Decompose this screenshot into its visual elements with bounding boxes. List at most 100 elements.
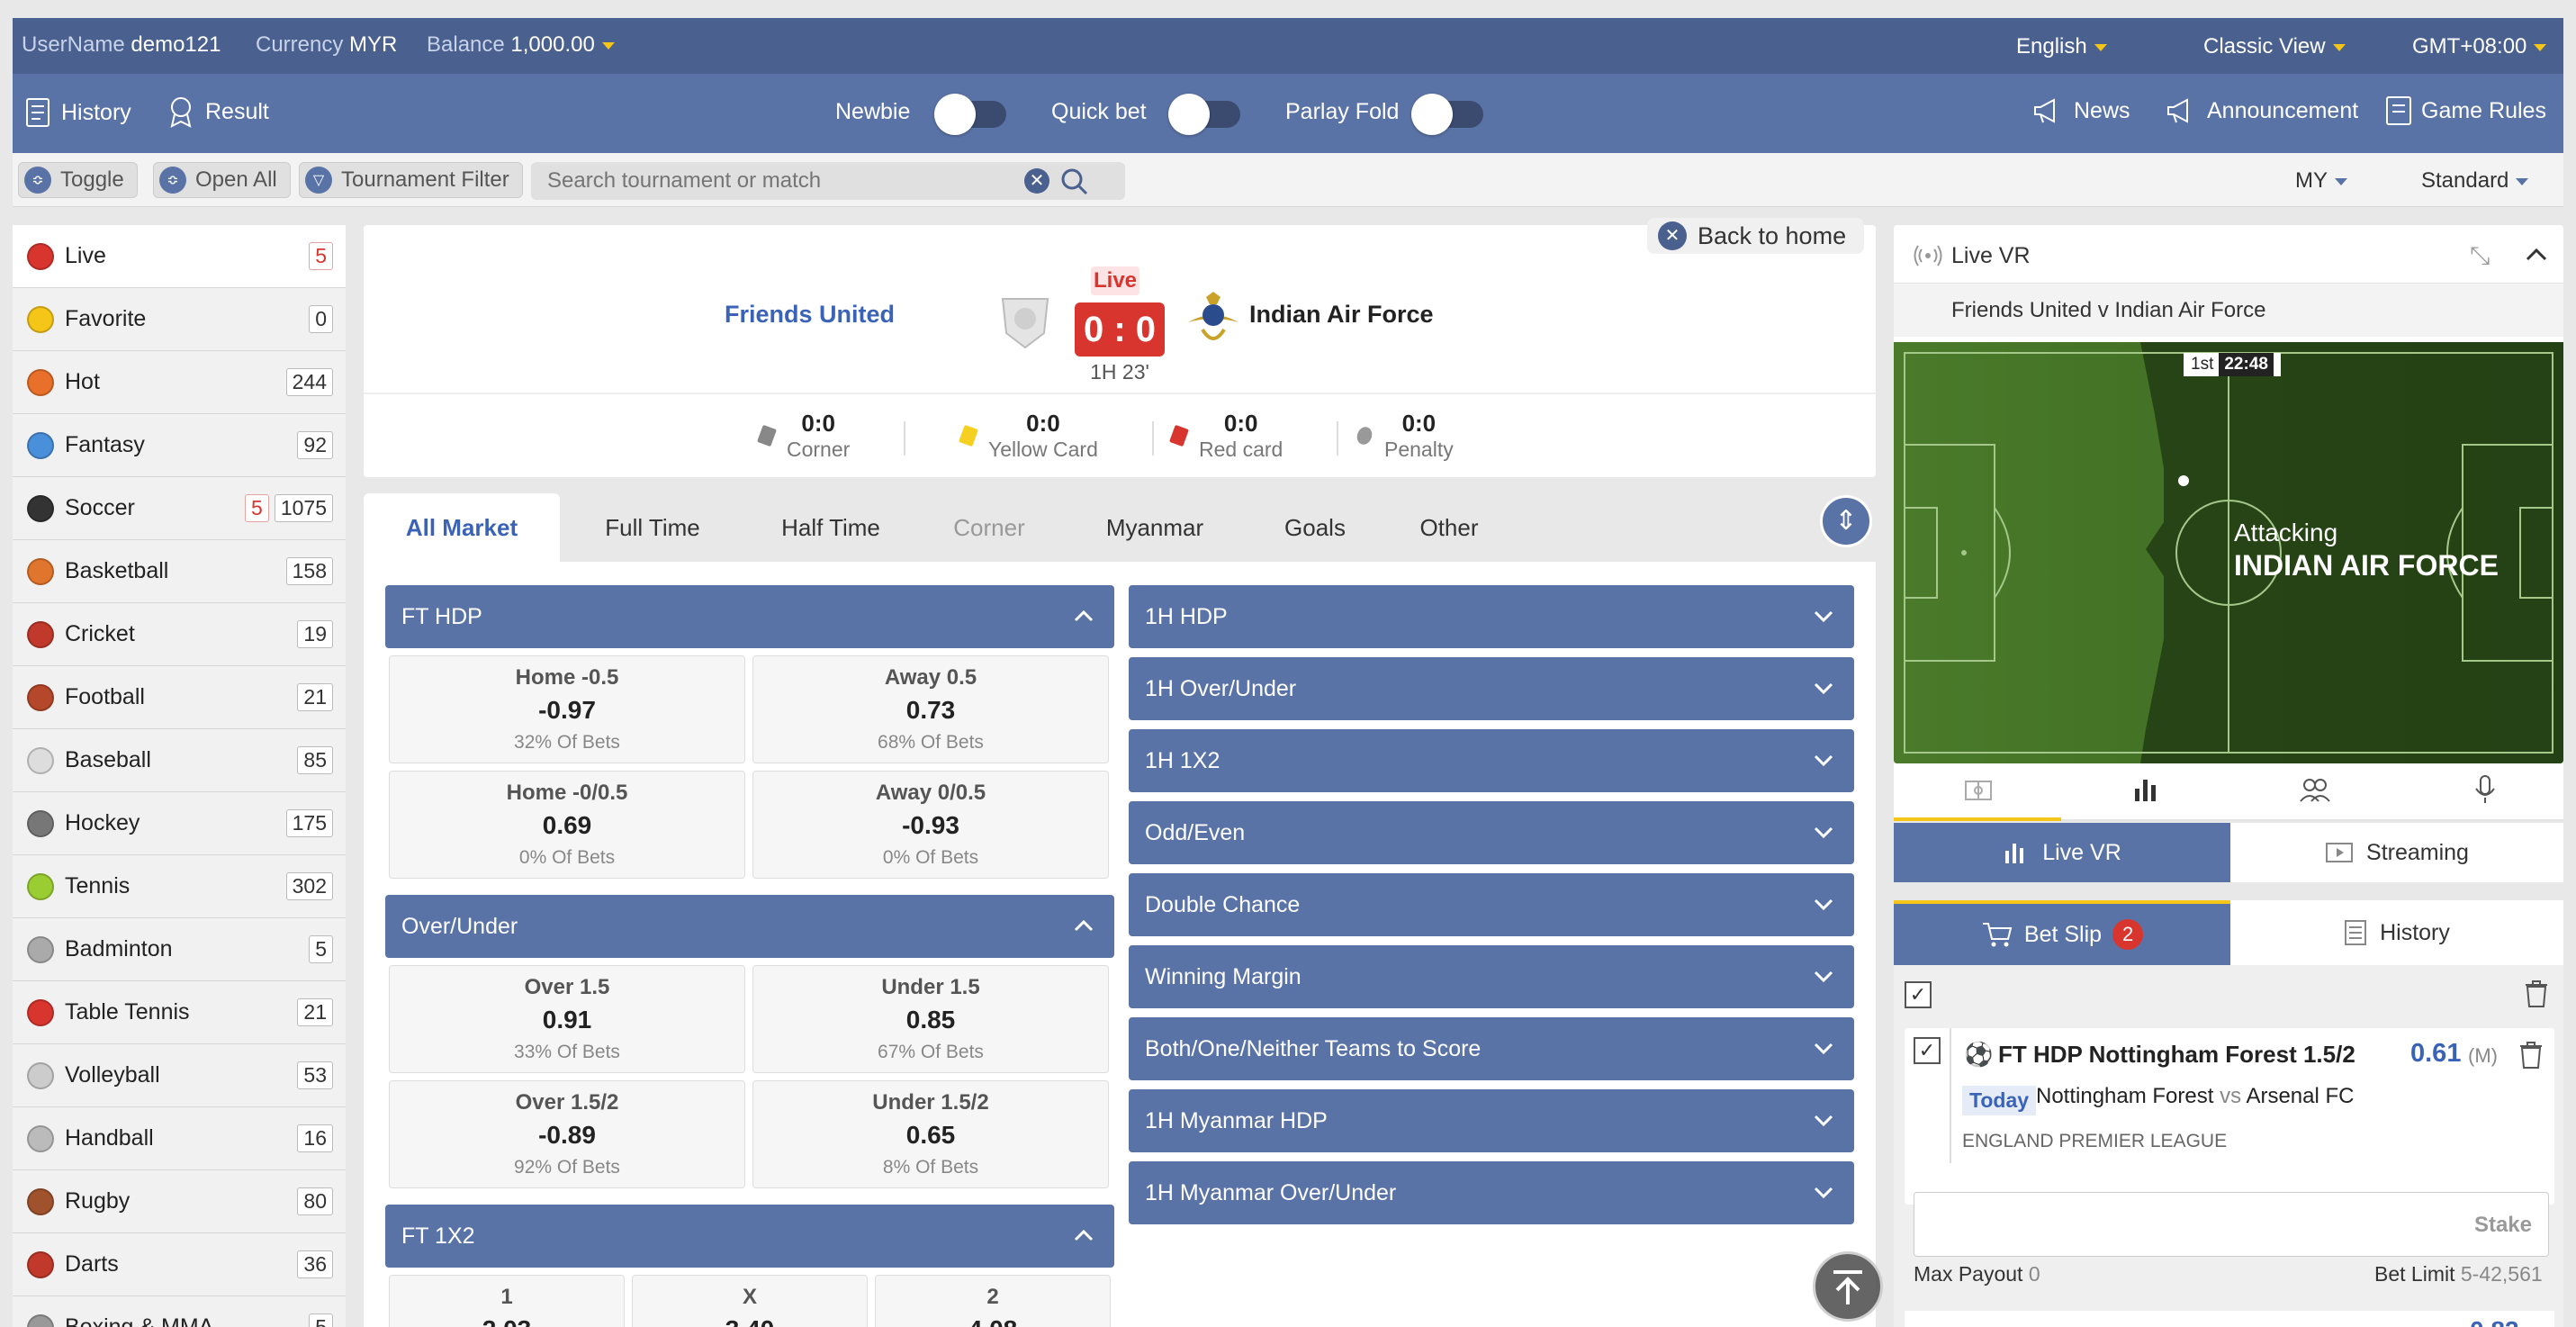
bet-item-checkbox[interactable]: ✓ [1914,1037,1941,1064]
odds-button[interactable]: Over 1.5/2 -0.89 92% Of Bets [389,1080,745,1188]
sidebar-item-handball[interactable]: Handball 16 [13,1107,346,1170]
tab-goals[interactable]: Goals [1247,493,1383,562]
sidebar-item-favorite[interactable]: Favorite 0 [13,288,346,351]
search-input[interactable] [547,167,1015,194]
sidebar-item-hot[interactable]: Hot 244 [13,351,346,414]
search-icon[interactable] [1060,167,1089,196]
odds-button[interactable]: 24.08 [875,1275,1111,1327]
odds-button[interactable]: Over 1.5 0.91 33% Of Bets [389,965,745,1073]
market-header-1h-hdp[interactable]: 1H HDP [1129,585,1854,648]
odds-button[interactable]: Home -0.5 -0.97 32% Of Bets [389,655,745,763]
market-header-winning-margin[interactable]: Winning Margin [1129,945,1854,1008]
open-all-button[interactable]: ≎ Open All [153,162,291,198]
odds-button[interactable]: Under 1.5/2 0.65 8% Of Bets [752,1080,1109,1188]
back-to-home-button[interactable]: ✕ Back to home [1647,218,1865,254]
microphone-icon[interactable] [2473,774,2497,805]
tab-all-market[interactable]: All Market [364,493,560,562]
match-stats: 0:0 Corner 0:0 Yellow Card 0:0 Red card 0:0 Pen… [364,402,1876,474]
tab-streaming[interactable]: Streaming [2230,823,2563,882]
tab-half-time[interactable]: Half Time [745,493,916,562]
sidebar-item-hockey[interactable]: Hockey 175 [13,792,346,855]
tab-other[interactable]: Other [1383,493,1516,562]
divider [1950,1028,1951,1163]
count-badge: 36 [297,1250,333,1278]
match-time: 1H 23' [1090,360,1149,384]
quick-bet-toggle[interactable] [1168,94,1240,135]
odds-button[interactable]: Under 1.5 0.85 67% Of Bets [752,965,1109,1073]
count-badge: 158 [285,557,333,585]
odds-value: 0.69 [542,811,592,839]
odds-button[interactable]: Home -0/0.5 0.69 0% Of Bets [389,771,745,879]
market-header-odd-even[interactable]: Odd/Even [1129,801,1854,864]
sidebar-item-volleyball[interactable]: Volleyball 53 [13,1044,346,1107]
market-header-double-chance[interactable]: Double Chance [1129,873,1854,936]
region-dropdown[interactable]: MY [2295,168,2347,194]
stats-icon[interactable] [2131,776,2160,803]
trash-icon[interactable] [2524,979,2549,1008]
odds-button[interactable]: X 3.40 [632,1275,868,1327]
toggle-icon: ≎ [24,167,51,194]
sidebar-item-badminton[interactable]: Badminton 5 [13,918,346,981]
market-header-1h-1x2[interactable]: 1H 1X2 [1129,729,1854,792]
sidebar-item-tennis[interactable]: Tennis 302 [13,855,346,918]
result-link[interactable]: Result [167,95,269,128]
history-link[interactable]: History [25,97,131,128]
announcement-link[interactable]: Announcement [2166,97,2358,124]
sidebar-item-football[interactable]: Football 21 [13,666,346,729]
odds-label: Under 1.5/2 [872,1090,989,1115]
account-bar: UserName demo121 Currency MYR Balance 1,… [13,18,2563,74]
tab-corner[interactable]: Corner [916,493,1062,562]
market-header-both-one-neither-teams-to-score[interactable]: Both/One/Neither Teams to Score [1129,1017,1854,1080]
timezone-dropdown[interactable]: GMT+08:00 [2412,34,2546,59]
scroll-top-button[interactable] [1813,1251,1883,1322]
sidebar-item-cricket[interactable]: Cricket 19 [13,603,346,666]
market-header-1h-myanmar-over-under[interactable]: 1H Myanmar Over/Under [1129,1161,1854,1224]
collapse-markets-button[interactable]: ⇕ [1820,495,1872,547]
count-badge: 5 [309,935,333,963]
sidebar-item-boxing-mma[interactable]: Boxing & MMA 5 [13,1296,346,1327]
language-dropdown[interactable]: English [2016,34,2107,59]
sidebar-item-darts[interactable]: Darts 36 [13,1233,346,1296]
market-header-over-under[interactable]: Over/Under [385,895,1114,958]
sidebar-item-baseball[interactable]: Baseball 85 [13,729,346,792]
odds-button[interactable]: Away 0/0.5 -0.93 0% Of Bets [752,771,1109,879]
bet-percentage: 67% Of Bets [878,1042,984,1062]
sidebar-item-soccer[interactable]: Soccer 5 1075 [13,477,346,540]
chevron-up-icon[interactable] [2524,243,2549,265]
sidebar-item-rugby[interactable]: Rugby 80 [13,1170,346,1233]
market-header-1h-myanmar-hdp[interactable]: 1H Myanmar HDP [1129,1089,1854,1152]
tournament-filter-button[interactable]: ▽ Tournament Filter [299,162,523,198]
select-all-checkbox[interactable]: ✓ [1905,981,1932,1008]
view-dropdown[interactable]: Classic View [2203,34,2346,59]
minimize-icon[interactable]: ⤡ [2470,241,2490,271]
tab-full-time[interactable]: Full Time [560,493,745,562]
news-link[interactable]: News [2032,97,2130,124]
sidebar-item-live[interactable]: Live 5 [13,225,346,288]
market-header-ft-hdp[interactable]: FT HDP [385,585,1114,648]
tab-live-vr[interactable]: Live VR [1894,823,2230,882]
tab-bet-slip[interactable]: Bet Slip 2 [1894,900,2230,965]
tab-betslip-history[interactable]: History [2230,900,2563,965]
newbie-toggle[interactable] [934,94,1006,135]
trash-icon[interactable] [2518,1041,2544,1070]
stake-input[interactable]: Stake [1914,1192,2549,1257]
stat-red-card: 0:0 Red card [1169,410,1339,461]
market-header-ft-1x2[interactable]: FT 1X2 [385,1205,1114,1268]
odds-button[interactable]: 12.03 [389,1275,625,1327]
lineup-icon[interactable] [2299,776,2331,803]
sidebar-item-fantasy[interactable]: Fantasy 92 [13,414,346,477]
sidebar-item-table-tennis[interactable]: Table Tennis 21 [13,981,346,1044]
sidebar-item-basketball[interactable]: Basketball 158 [13,540,346,603]
toggle-button[interactable]: ≎ Toggle [18,162,138,198]
odds-button[interactable]: Away 0.5 0.73 68% Of Bets [752,655,1109,763]
market-header-1h-over-under[interactable]: 1H Over/Under [1129,657,1854,720]
game-rules-link[interactable]: Game Rules [2385,95,2546,126]
tab-myanmar[interactable]: Myanmar [1062,493,1247,562]
balance-dropdown[interactable]: Balance 1,000.00 [427,32,615,58]
clear-search-icon[interactable]: ✕ [1024,168,1049,194]
stat-value: 0:0 [1026,410,1060,437]
parlay-fold-toggle[interactable] [1411,94,1483,135]
pitch-icon[interactable] [1964,778,1993,803]
sport-icon [27,683,54,711]
mode-dropdown[interactable]: Standard [2421,168,2528,194]
